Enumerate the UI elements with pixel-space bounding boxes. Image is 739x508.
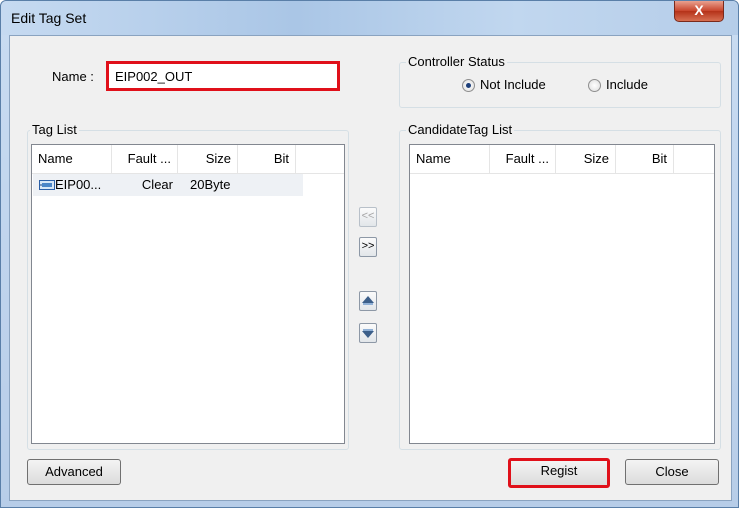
candidate-column-header-name[interactable]: Name — [410, 145, 490, 173]
tag-name-cell: EIP00... — [55, 177, 102, 192]
column-header-name[interactable]: Name — [32, 145, 112, 173]
candidate-column-header-size[interactable]: Size — [556, 145, 616, 173]
tag-bit-cell — [255, 174, 295, 196]
controller-status-group: Controller Status Not Include Include — [399, 54, 721, 108]
tag-list-title: Tag List — [30, 122, 79, 137]
dialog-body: Name : EIP002_OUT Controller Status Not … — [9, 35, 732, 501]
tag-fault-cell: Clear — [141, 177, 173, 192]
tag-list-header: Name Fault ... Size Bit — [32, 145, 344, 174]
column-header-fault[interactable]: Fault ... — [112, 145, 178, 173]
close-button[interactable]: Close — [625, 459, 719, 485]
table-row[interactable]: EIP00... Clear 20Byte — [33, 174, 303, 196]
tag-icon — [39, 180, 55, 190]
candidate-tag-list-title: CandidateTag List — [406, 122, 515, 137]
title-bar[interactable]: Edit Tag Set X — [1, 1, 738, 35]
not-include-radio[interactable] — [462, 79, 475, 92]
candidate-tag-list-view[interactable]: Name Fault ... Size Bit — [409, 144, 715, 444]
move-down-icon — [362, 329, 374, 338]
candidate-column-header-fault[interactable]: Fault ... — [490, 145, 556, 173]
regist-button[interactable]: Regist — [508, 458, 610, 488]
tag-size-cell: 20Byte — [190, 177, 231, 192]
candidate-tag-list-group: CandidateTag List Name Fault ... Size Bi… — [399, 122, 721, 450]
window-title: Edit Tag Set — [11, 10, 87, 26]
include-radio[interactable] — [588, 79, 601, 92]
candidate-column-header-bit[interactable]: Bit — [616, 145, 674, 173]
tag-list-group: Tag List Name Fault ... Size Bit EIP00..… — [27, 122, 349, 450]
move-right-button[interactable]: >> — [359, 237, 377, 257]
not-include-label[interactable]: Not Include — [480, 77, 546, 92]
edit-tag-set-window: Edit Tag Set X Name : EIP002_OUT Control… — [0, 0, 739, 508]
window-close-button[interactable]: X — [674, 1, 724, 22]
advanced-button[interactable]: Advanced — [27, 459, 121, 485]
column-header-size[interactable]: Size — [178, 145, 238, 173]
name-input[interactable]: EIP002_OUT — [106, 61, 340, 91]
move-up-icon — [362, 296, 374, 305]
move-down-button[interactable] — [359, 323, 377, 343]
move-left-button[interactable]: << — [359, 207, 377, 227]
name-input-value: EIP002_OUT — [115, 69, 193, 84]
tag-list-view[interactable]: Name Fault ... Size Bit EIP00... Clear 2… — [31, 144, 345, 444]
include-label[interactable]: Include — [606, 77, 648, 92]
controller-status-title: Controller Status — [406, 54, 507, 69]
name-label: Name : — [52, 69, 94, 84]
column-header-bit[interactable]: Bit — [238, 145, 296, 173]
move-up-button[interactable] — [359, 291, 377, 311]
candidate-tag-list-header: Name Fault ... Size Bit — [410, 145, 714, 174]
